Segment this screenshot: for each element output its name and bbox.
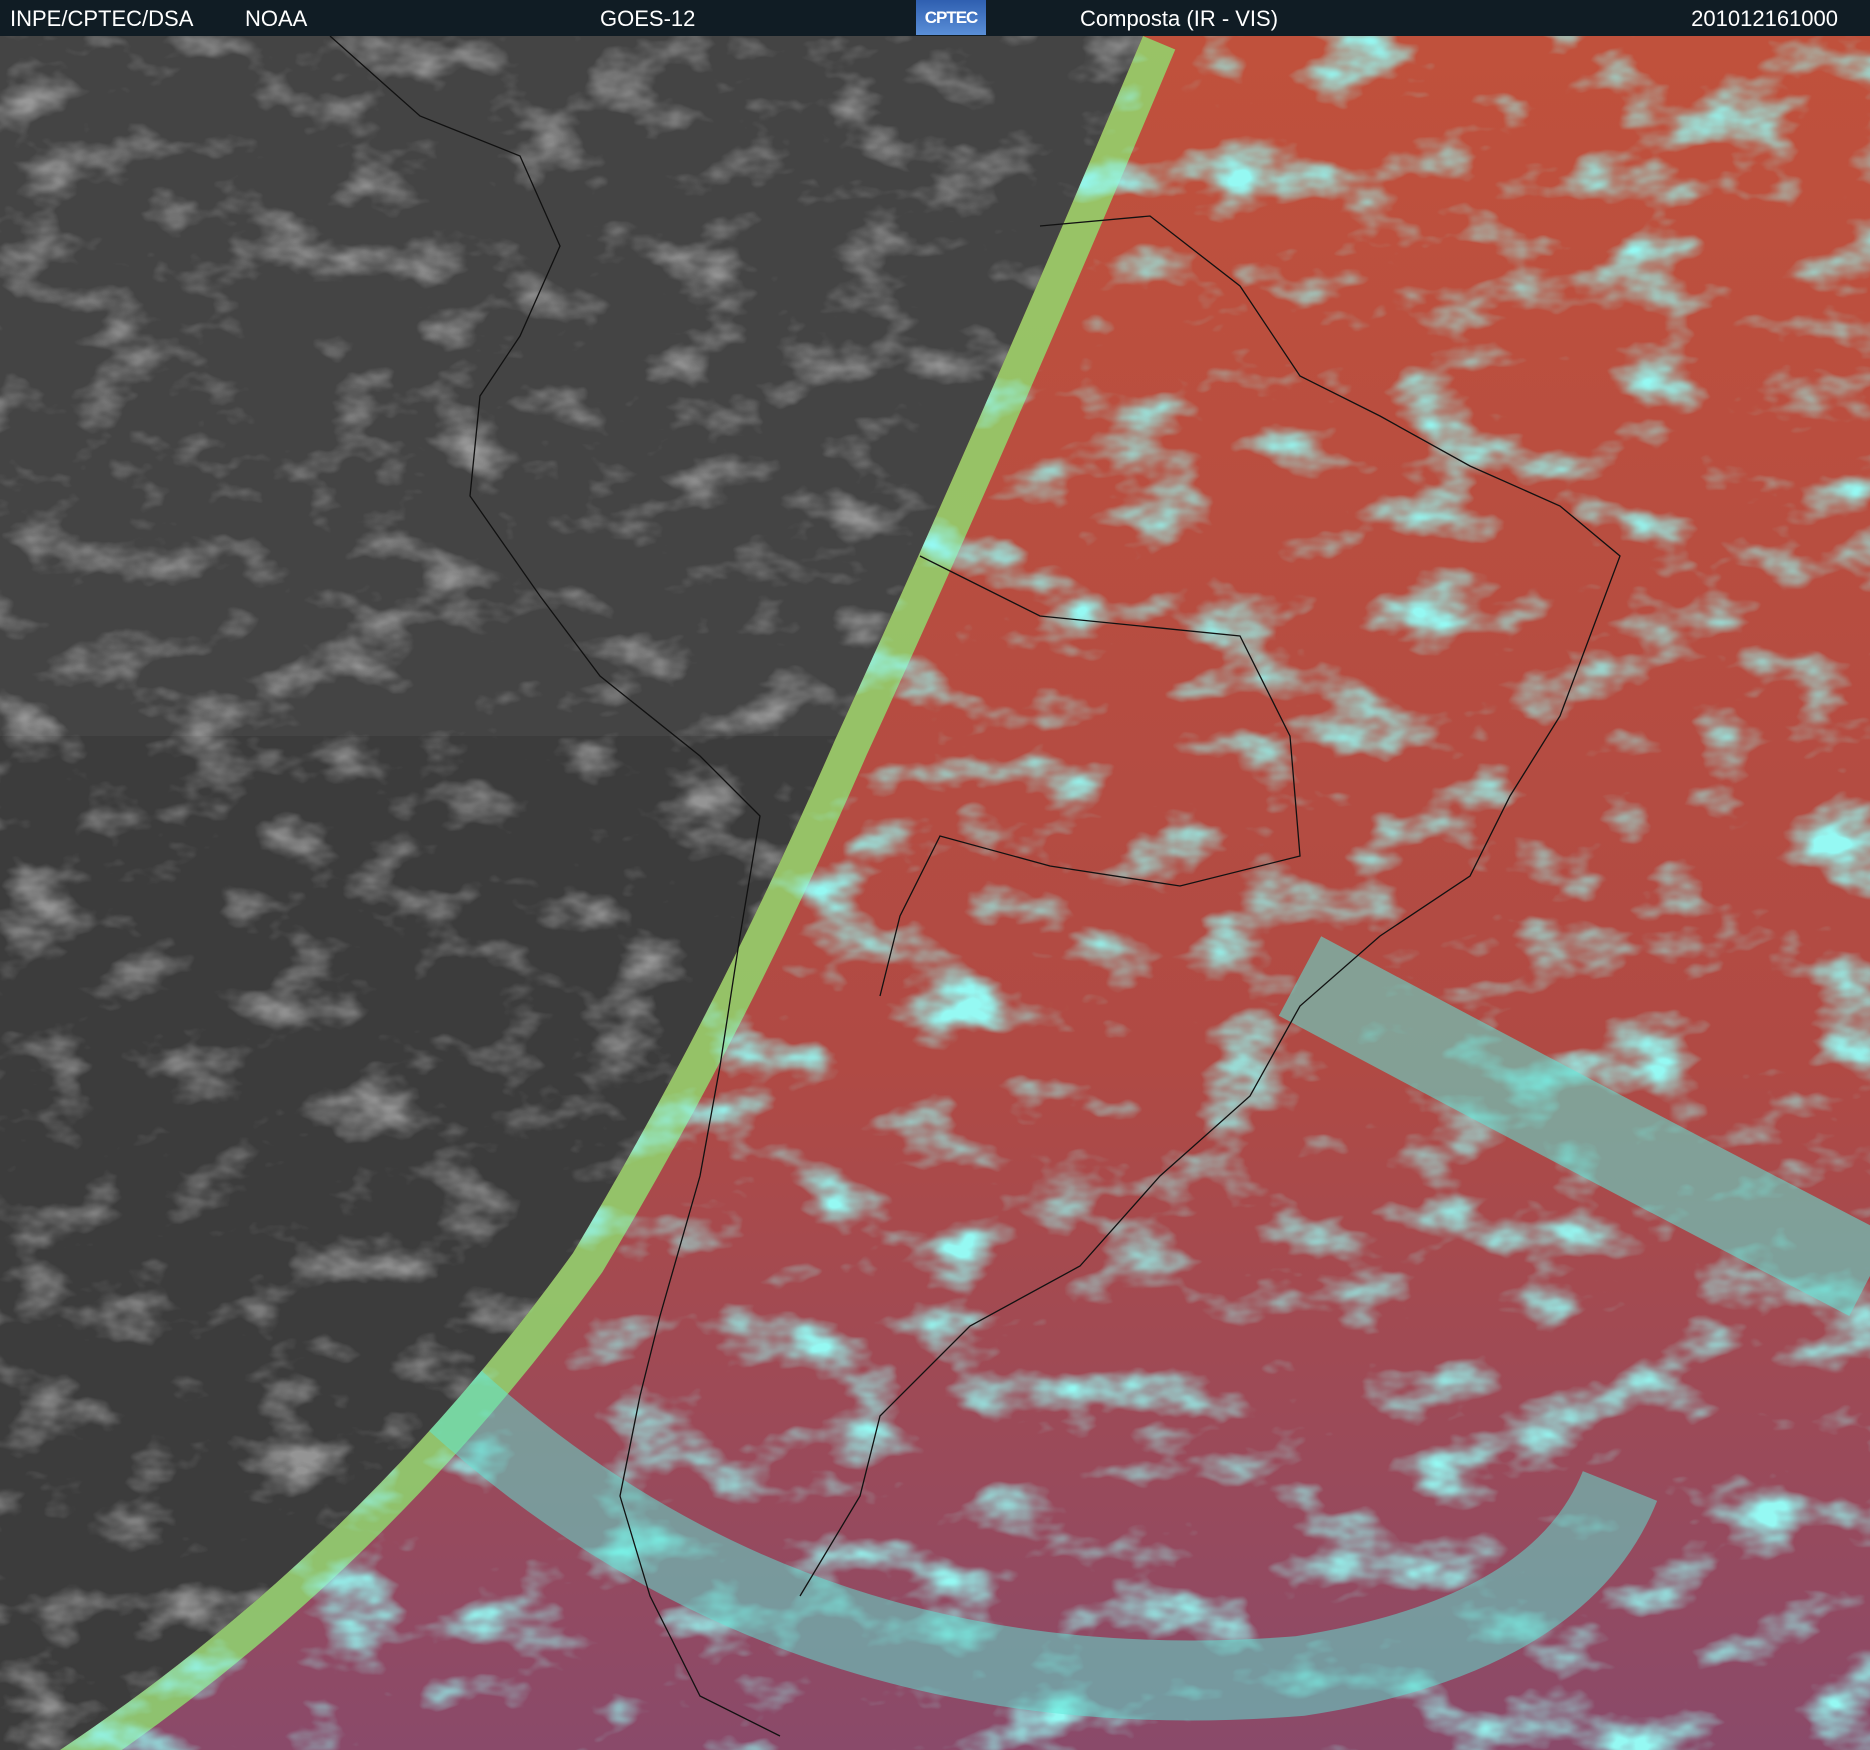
cptec-logo: CPTEC <box>916 0 986 35</box>
satellite-label: GOES-12 <box>600 6 696 31</box>
satellite-image <box>0 36 1870 1750</box>
timestamp-label: 201012161000 <box>1691 6 1838 31</box>
agency-label: NOAA <box>245 6 308 31</box>
header-bar: INPE/CPTEC/DSA NOAA GOES-12 CPTEC Compos… <box>0 0 1870 36</box>
logo-text: CPTEC <box>924 7 979 27</box>
org-label: INPE/CPTEC/DSA <box>10 6 194 31</box>
product-label: Composta (IR - VIS) <box>1080 6 1279 31</box>
